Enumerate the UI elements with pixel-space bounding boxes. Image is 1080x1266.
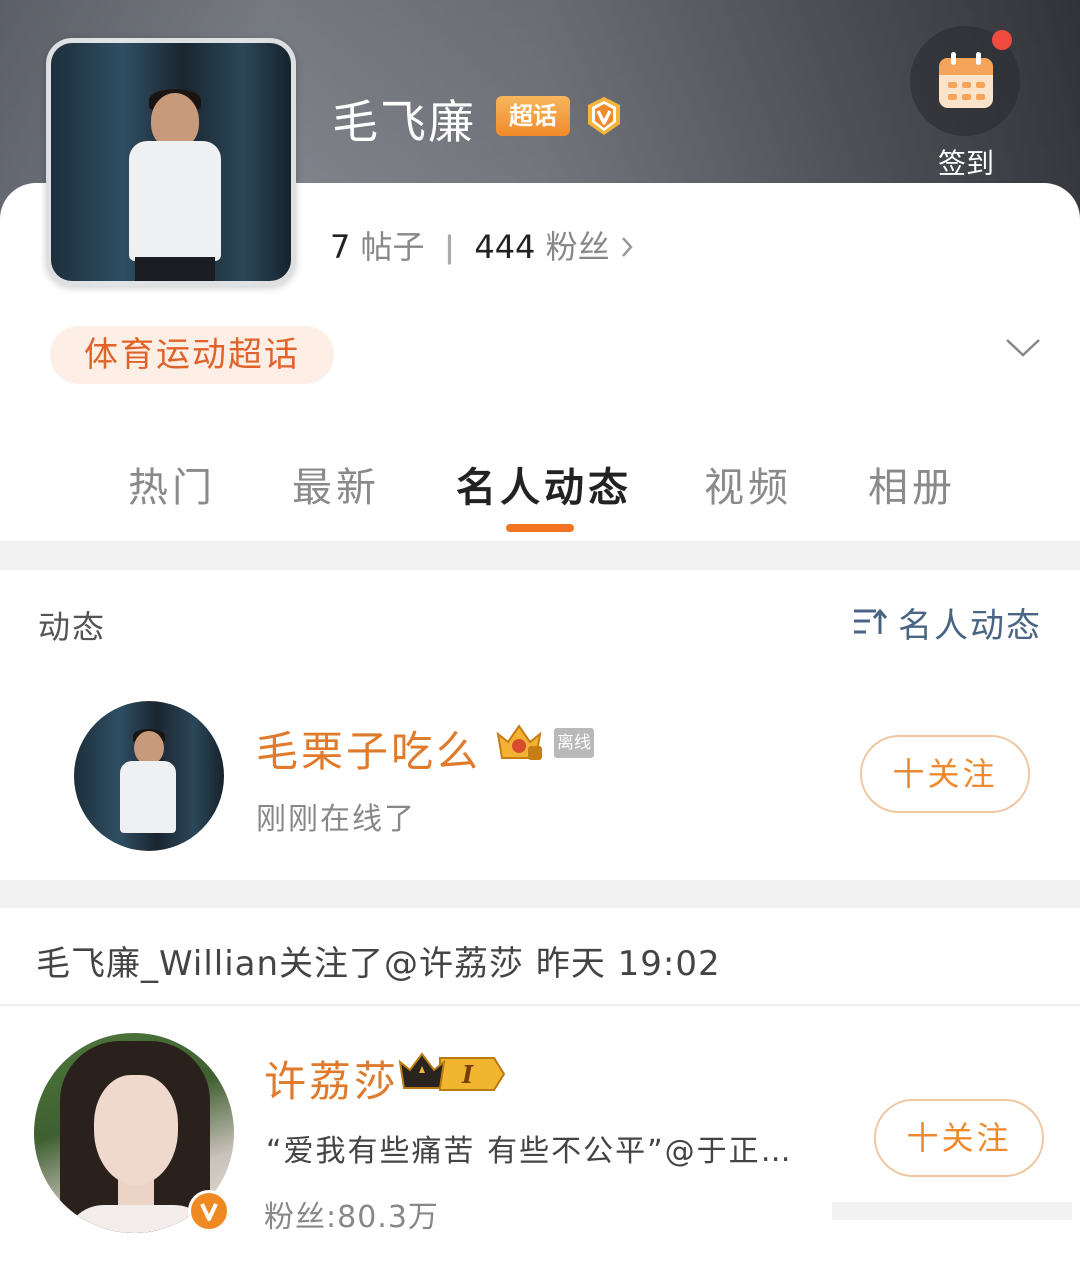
rank-crown-icon: I [398, 1052, 506, 1091]
user-name[interactable]: 许荔莎 [264, 1048, 399, 1109]
stats-divider: ǀ [444, 228, 455, 266]
rank-badge-text: I [461, 1060, 474, 1089]
chevron-down-icon[interactable] [1004, 336, 1042, 360]
tab-video[interactable]: 视频 [704, 455, 792, 513]
tab-latest[interactable]: 最新 [292, 455, 380, 513]
posts-label: 帖子 [360, 228, 425, 266]
tab-celebrity-updates[interactable]: 名人动态 [456, 455, 632, 513]
avatar-pants [135, 257, 215, 281]
sort-icon [854, 608, 888, 634]
checkin-button[interactable]: 签到 [910, 26, 1022, 186]
verified-badge-icon [188, 1190, 230, 1232]
topic-avatar[interactable] [46, 38, 296, 286]
updates-section: 动态 名人动态 毛栗子吃么 离线 刚刚在线了 十关注 [0, 570, 1080, 880]
online-status-text: 刚刚在线了 [256, 802, 416, 837]
chevron-right-icon [621, 237, 633, 257]
user-name[interactable]: 毛栗子吃么 [256, 718, 481, 779]
tab-album[interactable]: 相册 [868, 455, 956, 513]
avatar-head [134, 731, 164, 765]
section-label: 动态 [38, 608, 107, 646]
calendar-icon [939, 52, 993, 108]
user-avatar[interactable] [74, 701, 224, 851]
fans-count-text: 粉丝:80.3万 [264, 1200, 439, 1235]
avatar-face [94, 1075, 178, 1185]
sort-label: 名人动态 [898, 605, 1042, 646]
offline-status-tag: 离线 [554, 728, 594, 758]
active-tab-indicator [506, 524, 574, 532]
follow-button[interactable]: 十关注 [860, 735, 1030, 813]
sort-filter-button[interactable]: 名人动态 [852, 600, 1042, 646]
category-tag[interactable]: 体育运动超话 [50, 326, 334, 384]
verified-v-icon [588, 97, 620, 135]
avatar-shirt [129, 141, 221, 261]
posts-count: 7 [330, 228, 351, 266]
topic-title: 毛飞廉 [332, 95, 476, 149]
fans-label: 粉丝 [545, 228, 610, 266]
section-divider [0, 1004, 1080, 1006]
notification-dot [992, 30, 1012, 50]
avatar-shirt [120, 761, 176, 833]
checkin-label: 签到 [937, 147, 994, 180]
topic-stats[interactable]: 7 帖子 ǀ 444 粉丝 [330, 222, 634, 268]
fan-crown-icon [496, 724, 542, 760]
tab-hot[interactable]: 热门 [128, 455, 216, 513]
activity-text: 毛飞廉_Willian关注了@许荔莎 昨天 19:02 [36, 944, 721, 984]
user-bio: “爱我有些痛苦 有些不公平”@于正… [266, 1134, 793, 1169]
fans-count: 444 [474, 228, 536, 266]
supertopic-tag: 超话 [496, 96, 570, 136]
follow-button[interactable]: 十关注 [874, 1099, 1044, 1177]
watermark-lines [832, 1202, 1072, 1220]
supertopic-page: 毛飞廉 超话 签到 7 帖子 ǀ 444 粉丝 体育运动超话 热门 最新 名人动… [0, 0, 1080, 1266]
